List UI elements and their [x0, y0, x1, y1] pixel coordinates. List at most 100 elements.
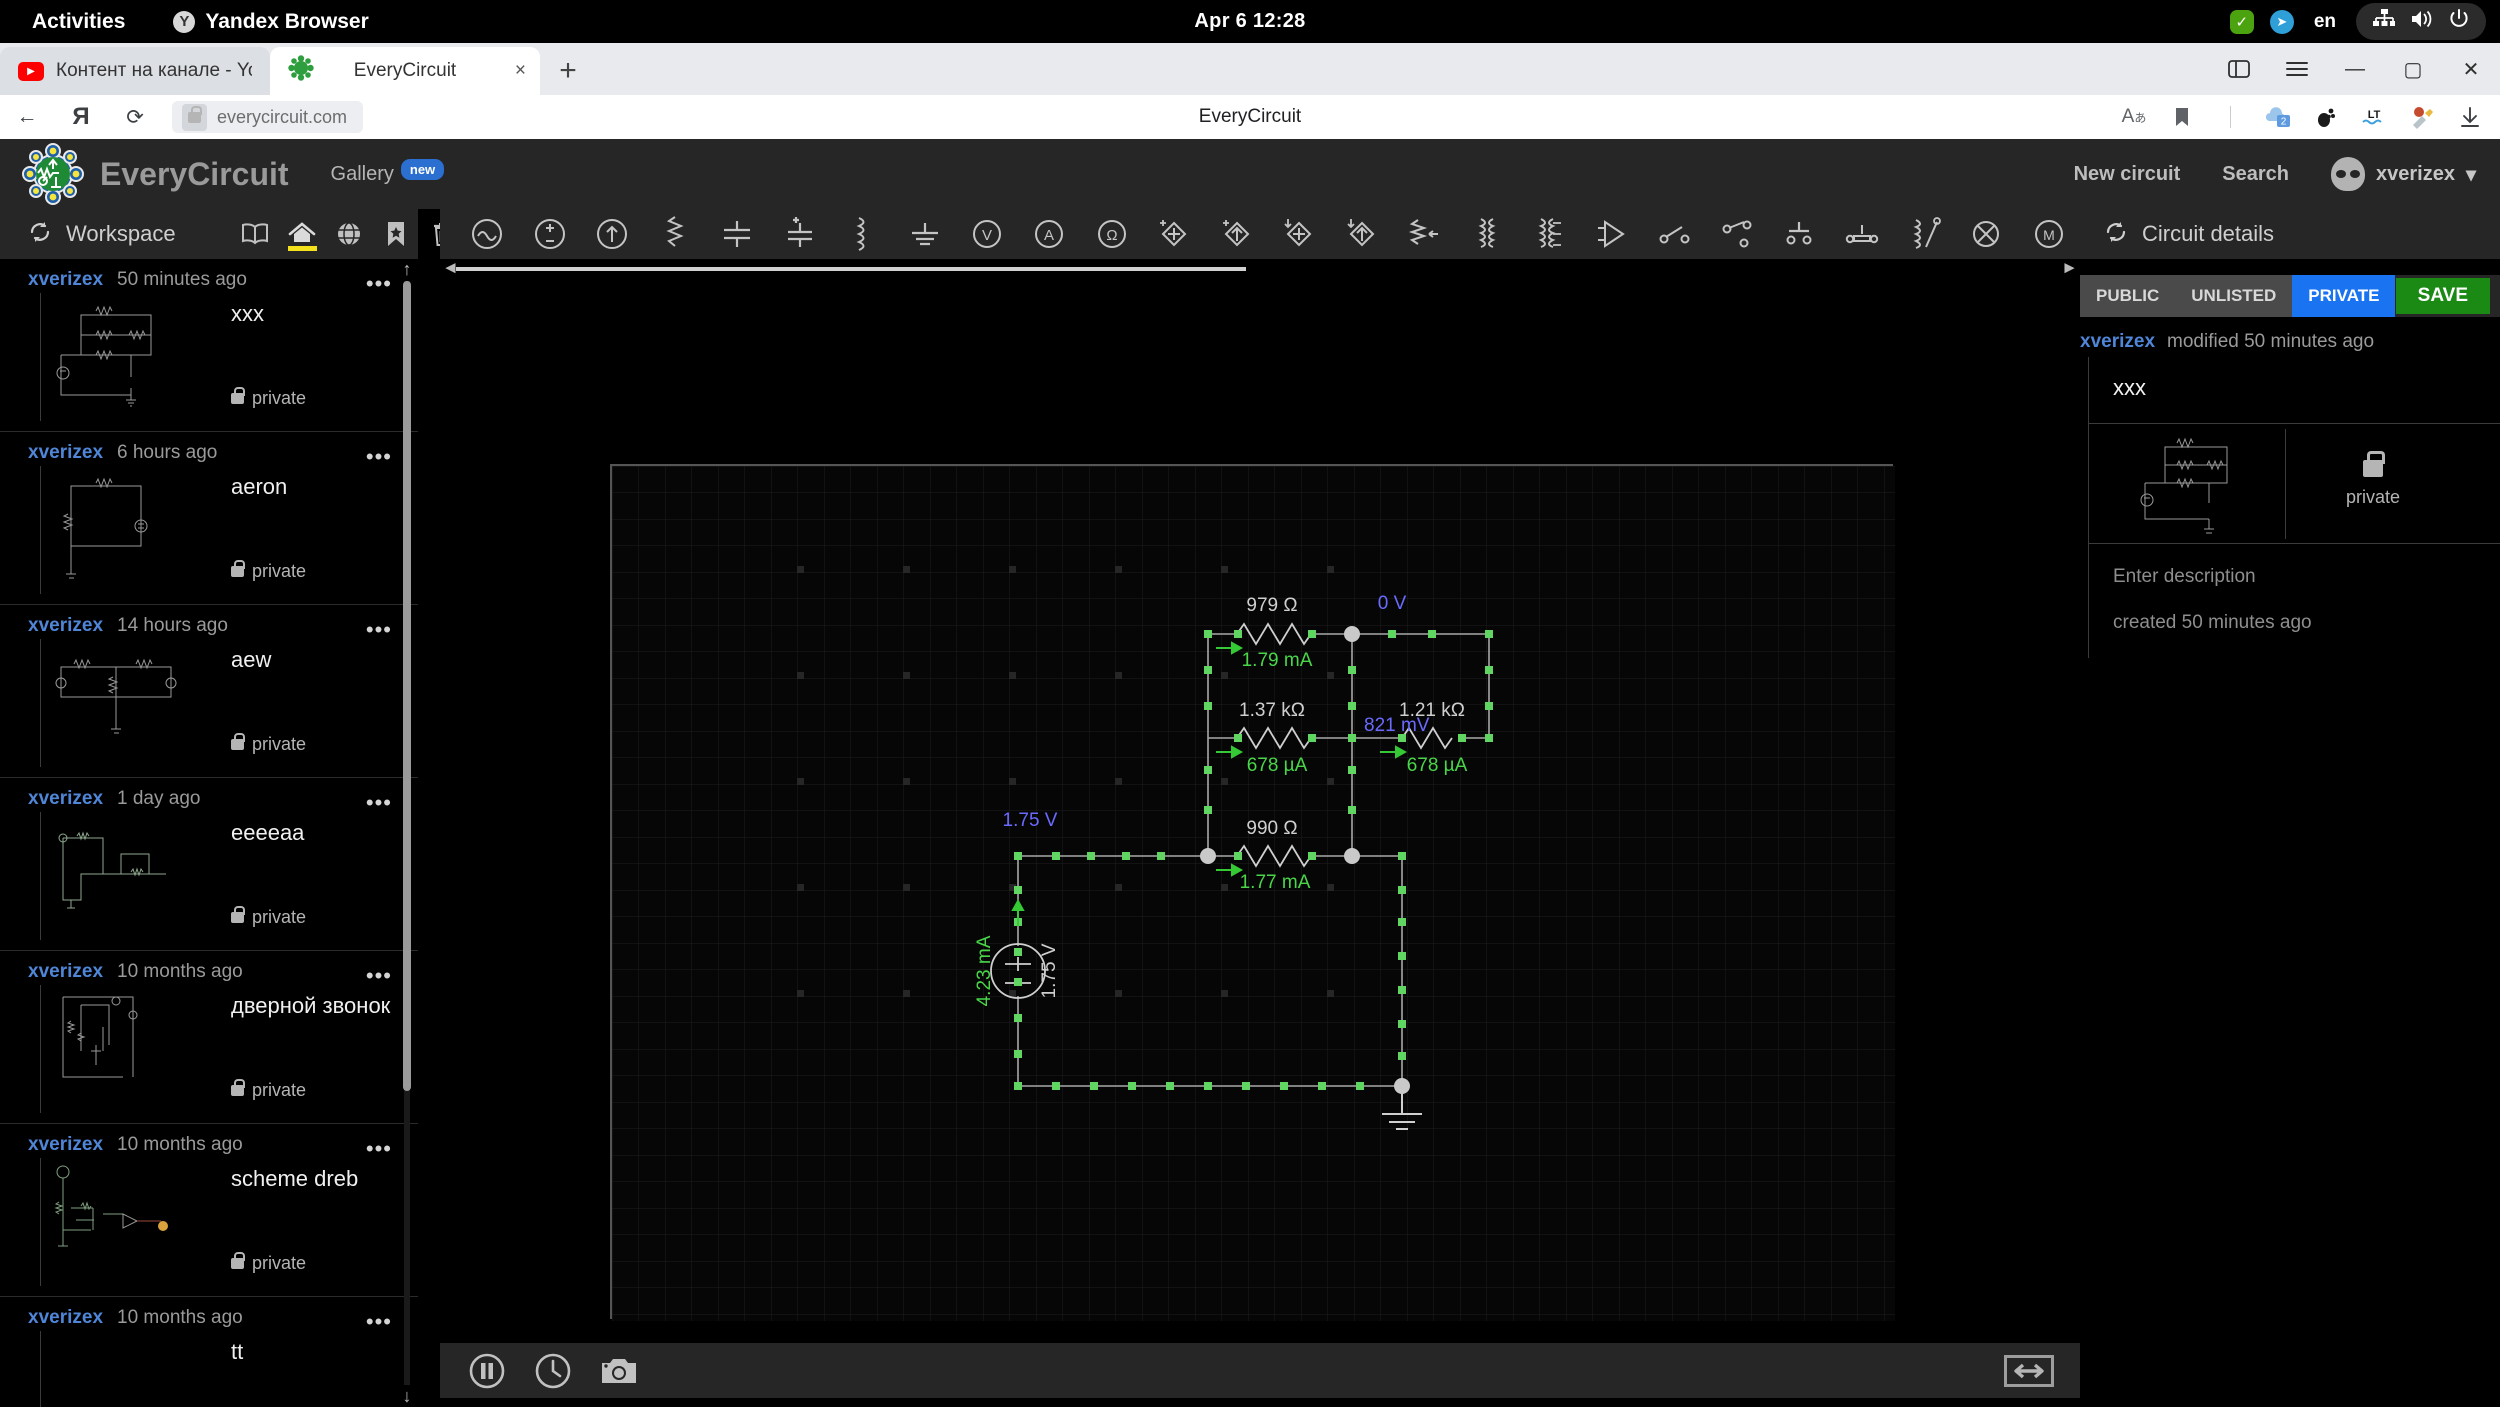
editor-icon[interactable]	[2398, 95, 2446, 139]
bookmark-icon[interactable]	[2158, 95, 2206, 139]
scrollbar-thumb[interactable]	[403, 281, 411, 1091]
details-circuit-name[interactable]: xxx	[2089, 357, 2500, 423]
activities-button[interactable]: Activities	[22, 6, 135, 38]
languagetool-icon[interactable]: LT	[2350, 95, 2398, 139]
permission-unlisted[interactable]: UNLISTED	[2175, 275, 2293, 317]
circuit-list[interactable]: xverizex 50 minutes ago ••• xxx private …	[0, 259, 418, 1407]
list-item[interactable]: xverizex 10 months ago •••	[0, 951, 418, 1124]
list-item[interactable]: xverizex 10 months ago •••	[0, 1124, 418, 1297]
motor-icon[interactable]: M	[2018, 209, 2080, 259]
item-author[interactable]: xverizex	[28, 615, 103, 637]
voltmeter-icon[interactable]: V	[956, 209, 1018, 259]
opamp-icon[interactable]	[1580, 209, 1642, 259]
browser-tab-youtube[interactable]: ▶ Контент на канале - YouT	[0, 47, 270, 95]
description-field[interactable]: Enter description	[2089, 543, 2500, 598]
circuit-board[interactable]: 979 Ω 1.79 mA 0 V 1.37 kΩ 678 µA 821 mV …	[610, 464, 1895, 1321]
ohmmeter-icon[interactable]: Ω	[1081, 209, 1143, 259]
new-circuit-button[interactable]: New circuit	[2074, 163, 2181, 186]
capacitor-icon[interactable]	[706, 209, 768, 259]
spst-switch-icon[interactable]	[1643, 209, 1705, 259]
item-author[interactable]: xverizex	[28, 788, 103, 810]
address-bar[interactable]: everycircuit.com	[172, 101, 364, 133]
clock-icon[interactable]	[534, 1352, 572, 1390]
close-icon[interactable]: ×	[515, 60, 526, 82]
browser-tab-everycircuit[interactable]: EveryCircuit ×	[270, 47, 540, 95]
spdt-switch-icon[interactable]	[1705, 209, 1767, 259]
sidebar-scrollbar[interactable]: ↑ ↓	[400, 259, 414, 1407]
item-author[interactable]: xverizex	[28, 1307, 103, 1329]
book-icon[interactable]	[232, 209, 279, 259]
scroll-right-arrow[interactable]: ►	[2061, 258, 2078, 278]
user-menu[interactable]: xverizex ▾	[2330, 157, 2476, 191]
component-toolbar-scrollbar[interactable]: ◄ ►	[440, 258, 2080, 279]
system-status-menu[interactable]	[2356, 3, 2486, 40]
permission-private[interactable]: PRIVATE	[2292, 275, 2396, 317]
pmos-icon[interactable]	[1206, 209, 1268, 259]
resize-horizontal-icon[interactable]	[2004, 1354, 2054, 1387]
back-arrow-icon[interactable]: ←	[0, 95, 54, 139]
translate-icon[interactable]: Aあ	[2110, 95, 2158, 139]
bookmark-star-icon[interactable]	[373, 209, 420, 259]
transformer-icon[interactable]	[1456, 209, 1518, 259]
list-item[interactable]: xverizex 10 months ago ••• tt	[0, 1297, 418, 1407]
download-icon[interactable]	[2446, 95, 2494, 139]
keyboard-language-indicator[interactable]: en	[2302, 11, 2348, 33]
search-button[interactable]: Search	[2222, 163, 2289, 186]
potentiometer-icon[interactable]	[1393, 209, 1455, 259]
pushbutton-icon[interactable]	[1768, 209, 1830, 259]
item-author[interactable]: xverizex	[28, 442, 103, 464]
item-author[interactable]: xverizex	[28, 961, 103, 983]
transformer-tap-icon[interactable]	[1518, 209, 1580, 259]
list-item[interactable]: xverizex 50 minutes ago ••• xxx private	[0, 259, 418, 432]
pnp-icon[interactable]	[1331, 209, 1393, 259]
split-screen-icon[interactable]	[2210, 43, 2268, 95]
reload-icon[interactable]: ⟳	[108, 95, 162, 139]
list-item[interactable]: xverizex 14 hours ago ••• aew private	[0, 605, 418, 778]
current-source-icon[interactable]	[581, 209, 643, 259]
new-tab-button[interactable]: +	[540, 47, 596, 95]
globe-icon[interactable]	[326, 209, 373, 259]
cloud-2-icon[interactable]: 2	[2254, 95, 2302, 139]
scrollbar-track[interactable]	[456, 267, 1246, 271]
list-item[interactable]: xverizex 1 day ago ••• eeeeaa private	[0, 778, 418, 951]
circuit-canvas[interactable]: 979 Ω 1.79 mA 0 V 1.37 kΩ 678 µA 821 mV …	[440, 279, 2080, 1334]
ammeter-icon[interactable]: A	[1018, 209, 1080, 259]
list-item[interactable]: xverizex 6 hours ago ••• aeron private	[0, 432, 418, 605]
refresh-icon[interactable]	[2104, 220, 2128, 249]
circuit-schematic[interactable]: 979 Ω 1.79 mA 0 V 1.37 kΩ 678 µA 821 mV …	[612, 466, 1895, 1321]
yandex-logo-icon[interactable]: Я	[54, 95, 108, 139]
npn-icon[interactable]	[1268, 209, 1330, 259]
system-clock[interactable]: Apr 6 12:28	[1194, 10, 1305, 33]
close-window-button[interactable]: ✕	[2442, 43, 2500, 95]
nmos-icon[interactable]	[1143, 209, 1205, 259]
maximize-button[interactable]: ▢	[2384, 43, 2442, 95]
gallery-link[interactable]: Gallery new	[289, 158, 445, 186]
rheostat-icon[interactable]	[1893, 209, 1955, 259]
ac-source-icon[interactable]	[456, 209, 518, 259]
telegram-icon[interactable]: ➤	[2262, 0, 2302, 43]
details-author[interactable]: xverizex	[2080, 331, 2155, 353]
polarized-capacitor-icon[interactable]	[768, 209, 830, 259]
inductor-icon[interactable]	[831, 209, 893, 259]
scroll-down-arrow[interactable]: ↓	[400, 1386, 414, 1407]
refresh-icon[interactable]	[28, 220, 52, 249]
item-author[interactable]: xverizex	[28, 1134, 103, 1156]
minimize-button[interactable]: —	[2326, 43, 2384, 95]
dc-source-icon[interactable]	[518, 209, 580, 259]
home-icon[interactable]	[279, 209, 326, 259]
scroll-up-arrow[interactable]: ↑	[400, 259, 414, 280]
everycircuit-logo-icon[interactable]	[22, 143, 84, 205]
relay-icon[interactable]	[1830, 209, 1892, 259]
permission-public[interactable]: PUBLIC	[2080, 275, 2176, 317]
hamburger-menu-icon[interactable]	[2268, 43, 2326, 95]
save-button[interactable]: SAVE	[2395, 278, 2490, 314]
lamp-icon[interactable]	[1955, 209, 2017, 259]
camera-icon[interactable]	[600, 1355, 638, 1387]
item-author[interactable]: xverizex	[28, 269, 103, 291]
check-badge-icon[interactable]: ✓	[2222, 0, 2262, 43]
pause-icon[interactable]	[468, 1352, 506, 1390]
ground-icon[interactable]	[893, 209, 955, 259]
permission-selector[interactable]: PUBLIC UNLISTED PRIVATE	[2080, 275, 2396, 317]
gnome-foot-icon[interactable]	[2302, 95, 2350, 139]
active-app-indicator[interactable]: Y Yandex Browser	[173, 10, 369, 34]
